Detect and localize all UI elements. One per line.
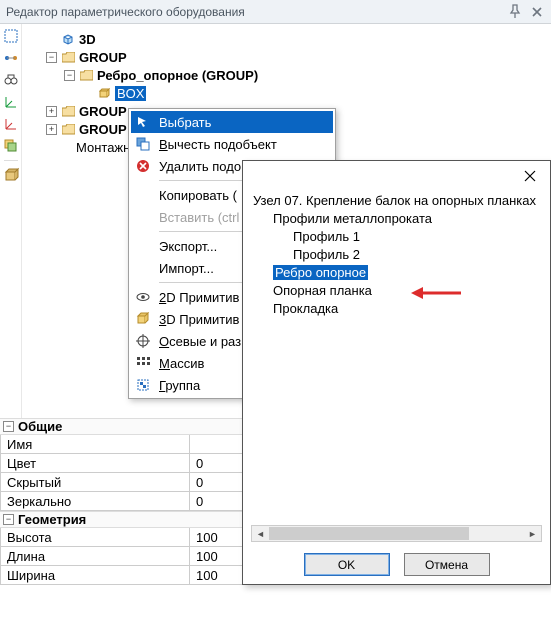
folder-icon xyxy=(61,122,75,136)
scroll-track[interactable] xyxy=(269,526,524,541)
array-icon xyxy=(133,353,153,373)
toggle-expand-icon[interactable]: + xyxy=(46,106,57,117)
tool-layers-icon[interactable] xyxy=(3,138,19,154)
tool-select-icon[interactable] xyxy=(3,28,19,44)
dlg-node-profile1[interactable]: Профиль 1 xyxy=(251,227,542,245)
scroll-thumb[interactable] xyxy=(269,527,469,540)
folder-icon xyxy=(61,104,75,118)
dlg-node-prokladka[interactable]: Прокладка xyxy=(251,299,542,317)
toggle-collapse-icon[interactable]: − xyxy=(3,421,14,432)
dialog-hscrollbar[interactable]: ◄ ► xyxy=(251,525,542,542)
tool-sep1 xyxy=(4,160,18,161)
tree-node-rebro[interactable]: − Ребро_опорное (GROUP) xyxy=(28,66,551,84)
eye-icon xyxy=(133,287,153,307)
dlg-node-profiles[interactable]: Профили металлопроката xyxy=(251,209,542,227)
panel-header: Редактор параметрического оборудования xyxy=(0,0,551,24)
tree-node-box-label: BOX xyxy=(115,86,146,101)
axes-icon xyxy=(133,331,153,351)
dialog-close-button[interactable] xyxy=(514,164,546,188)
ok-button[interactable]: OK xyxy=(304,553,390,576)
tree-node-box[interactable]: BOX xyxy=(28,84,551,102)
dlg-node-title[interactable]: Узел 07. Крепление балок на опорных план… xyxy=(251,191,542,209)
tree-node-group-1[interactable]: − GROUP xyxy=(28,48,551,66)
box-icon xyxy=(97,86,111,100)
folder-icon xyxy=(61,50,75,64)
panel-title: Редактор параметрического оборудования xyxy=(6,5,507,19)
cancel-button[interactable]: Отмена xyxy=(404,553,490,576)
dlg-node-planka[interactable]: Опорная планка xyxy=(251,281,542,299)
scroll-left-icon[interactable]: ◄ xyxy=(252,526,269,541)
toggle-collapse-icon[interactable]: − xyxy=(3,514,14,525)
toggle-expand-icon[interactable]: + xyxy=(46,124,57,135)
cm-select[interactable]: Выбрать xyxy=(131,111,333,133)
dlg-node-profile2[interactable]: Профиль 2 xyxy=(251,245,542,263)
close-panel-icon[interactable] xyxy=(529,4,545,20)
pin-icon[interactable] xyxy=(507,4,523,20)
select-icon xyxy=(133,112,153,132)
group-icon xyxy=(133,375,153,395)
scroll-right-icon[interactable]: ► xyxy=(524,526,541,541)
import-dialog: Узел 07. Крепление балок на опорных план… xyxy=(242,160,551,585)
cube-icon xyxy=(133,309,153,329)
tool-axis2-icon[interactable] xyxy=(3,116,19,132)
subtract-icon xyxy=(133,134,153,154)
tree-node-3d[interactable]: 3D xyxy=(28,30,551,48)
folder-icon xyxy=(79,68,93,82)
tool-box-icon[interactable] xyxy=(3,167,19,183)
delete-icon xyxy=(133,156,153,176)
tool-edit-node-icon[interactable] xyxy=(3,50,19,66)
cube-3d-icon xyxy=(61,32,75,46)
toggle-collapse-icon[interactable]: − xyxy=(64,70,75,81)
side-toolbar xyxy=(0,24,22,434)
tool-axis1-icon[interactable] xyxy=(3,94,19,110)
tool-binoculars-icon[interactable] xyxy=(3,72,19,88)
toggle-collapse-icon[interactable]: − xyxy=(46,52,57,63)
dialog-tree[interactable]: Узел 07. Крепление балок на опорных план… xyxy=(243,191,550,519)
cm-subtract[interactable]: Вычесть подобъект xyxy=(131,133,333,155)
dlg-node-rebro[interactable]: Ребро опорное xyxy=(251,263,542,281)
